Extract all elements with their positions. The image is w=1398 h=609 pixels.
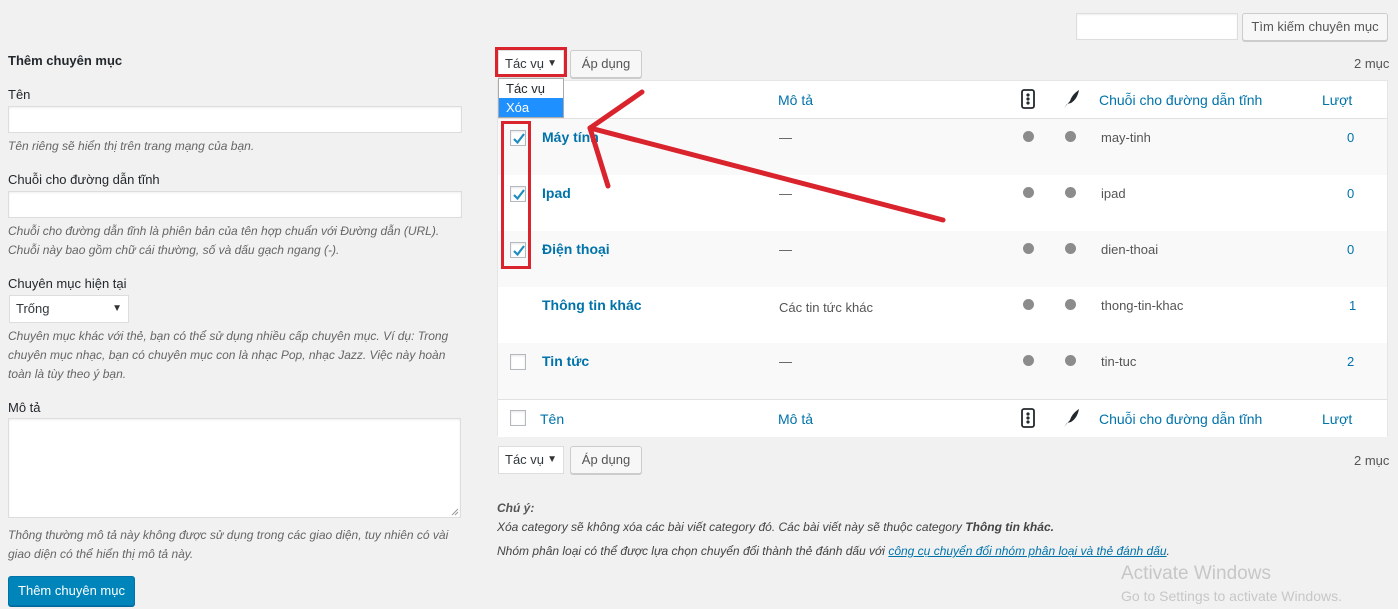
column-footer-description[interactable]: Mô tả [778, 411, 813, 427]
slug-hint-1: Chuỗi cho đường dẫn tĩnh là phiên bản củ… [8, 224, 440, 238]
category-description: — [779, 242, 792, 257]
status-dot [1065, 355, 1076, 366]
column-footer-name[interactable]: Tên [540, 411, 564, 427]
column-header-count[interactable]: Lượt [1322, 92, 1352, 108]
table-footer: Tên Mô tả Chuỗi cho đường dẫn tĩnh Lượt [498, 399, 1387, 437]
category-count-link[interactable]: 2 [1347, 354, 1354, 369]
category-name-link[interactable]: Tin tức [542, 353, 589, 369]
category-description: — [779, 130, 792, 145]
name-field[interactable] [8, 106, 462, 133]
highlight-box-checkboxes [501, 121, 531, 269]
dropdown-option-bulk-actions[interactable]: Tác vụ [499, 79, 563, 98]
description-textarea[interactable] [8, 418, 461, 518]
description-hint-2: giao diện có thể hiển thị mô tả này. [8, 547, 194, 561]
table-row: Ipad — ipad 0 [498, 175, 1387, 231]
table-header: Mô tả Chuỗi cho đường dẫn tĩnh Lượt [498, 81, 1387, 119]
categories-table: Mô tả Chuỗi cho đường dẫn tĩnh Lượt Máy … [497, 80, 1388, 437]
bulk-action-value: Tác vụ [505, 452, 545, 467]
table-row: Tin tức — tin-tuc 2 [498, 343, 1387, 399]
parent-select-value: Trống [16, 301, 50, 316]
parent-label: Chuyên mục hiện tại [8, 276, 127, 291]
column-footer-count[interactable]: Lượt [1322, 411, 1352, 427]
items-count-top: 2 mục [1354, 56, 1390, 71]
category-name-link[interactable]: Ipad [542, 185, 571, 201]
category-count-link[interactable]: 0 [1347, 242, 1354, 257]
parent-hint-1: Chuyên mục khác với thẻ, bạn có thể sử d… [8, 329, 449, 343]
category-slug: tin-tuc [1101, 354, 1137, 369]
activate-windows-title: Activate Windows [1121, 563, 1271, 584]
parent-hint-3: toàn là tùy theo ý bạn. [8, 367, 127, 381]
highlight-box-bulk-select [495, 47, 567, 77]
slug-hint-2: Chuỗi này bao gồm chữ cái thường, số và … [8, 243, 340, 257]
table-row: Thông tin khác Các tin tức khác thong-ti… [498, 287, 1387, 343]
note-line-2: Nhóm phân loại có thể được lựa chọn chuy… [497, 544, 1170, 558]
row-checkbox[interactable] [510, 354, 526, 370]
status-dot [1023, 355, 1034, 366]
status-dot [1023, 131, 1034, 142]
bulk-action-select-bottom[interactable]: Tác vụ ▼ [498, 446, 564, 474]
description-hint-1: Thông thường mô tả này không được sử dụn… [8, 528, 449, 542]
category-description: — [779, 186, 792, 201]
category-slug: thong-tin-khac [1101, 298, 1184, 313]
comment-count-icon [1021, 408, 1035, 428]
table-row: Máy tính — may-tinh 0 [498, 119, 1387, 175]
status-dot [1065, 131, 1076, 142]
category-count-link[interactable]: 0 [1347, 186, 1354, 201]
dropdown-option-delete[interactable]: Xóa [499, 98, 563, 117]
search-input[interactable] [1076, 13, 1238, 40]
name-label: Tên [8, 87, 31, 102]
add-category-button[interactable]: Thêm chuyên mục [8, 576, 135, 606]
taxonomy-converter-link[interactable]: công cụ chuyển đổi nhóm phân loại và thẻ… [888, 544, 1166, 558]
parent-select[interactable]: Trống ▼ [9, 295, 129, 323]
category-name-link[interactable]: Điện thoại [542, 241, 610, 257]
category-description: Các tin tức khác [779, 300, 873, 315]
select-all-checkbox[interactable] [510, 410, 526, 426]
category-count-link[interactable]: 1 [1349, 298, 1356, 313]
category-name-link[interactable]: Thông tin khác [542, 297, 642, 313]
form-title: Thêm chuyên mục [8, 53, 123, 68]
bulk-action-dropdown-list: Tác vụ Xóa [498, 78, 564, 118]
category-slug: may-tinh [1101, 130, 1151, 145]
feather-icon [1064, 409, 1079, 427]
column-footer-slug[interactable]: Chuỗi cho đường dẫn tĩnh [1099, 411, 1262, 427]
note-line-1: Xóa category sẽ không xóa các bài viết c… [497, 520, 1054, 534]
status-dot [1023, 243, 1034, 254]
category-slug: dien-thoai [1101, 242, 1159, 257]
status-dot [1023, 187, 1034, 198]
status-dot [1065, 299, 1076, 310]
resize-handle-icon[interactable] [451, 508, 459, 516]
status-dot [1065, 187, 1076, 198]
category-slug: ipad [1101, 186, 1126, 201]
status-dot [1023, 299, 1034, 310]
slug-field[interactable] [8, 191, 462, 218]
note-line-2-text: Nhóm phân loại có thể được lựa chọn chuy… [497, 544, 885, 558]
table-row: Điện thoại — dien-thoai 0 [498, 231, 1387, 287]
note-line-1-text: Xóa category sẽ không xóa các bài viết c… [497, 520, 962, 534]
note-title: Chú ý: [497, 501, 535, 515]
column-header-description[interactable]: Mô tả [778, 92, 813, 108]
activate-windows-subtitle: Go to Settings to activate Windows. [1121, 588, 1342, 604]
slug-label: Chuỗi cho đường dẫn tĩnh [8, 172, 160, 187]
status-dot [1065, 243, 1076, 254]
feather-icon [1064, 90, 1079, 108]
category-count-link[interactable]: 0 [1347, 130, 1354, 145]
apply-button-bottom[interactable]: Áp dụng [570, 446, 642, 474]
apply-button-top[interactable]: Áp dụng [570, 50, 642, 78]
note-line-1-bold: Thông tin khác. [965, 520, 1054, 534]
comment-count-icon [1021, 89, 1035, 109]
category-description: — [779, 354, 792, 369]
column-header-slug[interactable]: Chuỗi cho đường dẫn tĩnh [1099, 92, 1262, 108]
caret-down-icon: ▼ [547, 454, 557, 465]
note-line-2-suffix: . [1166, 544, 1170, 558]
caret-down-icon: ▼ [112, 303, 122, 314]
items-count-bottom: 2 mục [1354, 453, 1390, 468]
search-categories-button[interactable]: Tìm kiếm chuyên mục [1242, 13, 1388, 41]
name-hint: Tên riêng sẽ hiển thị trên trang mạng củ… [8, 139, 255, 153]
description-label: Mô tả [8, 400, 41, 415]
parent-hint-2: chuyên mục nhạc, bạn có chuyên mục con l… [8, 348, 446, 362]
category-name-link[interactable]: Máy tính [542, 129, 599, 145]
